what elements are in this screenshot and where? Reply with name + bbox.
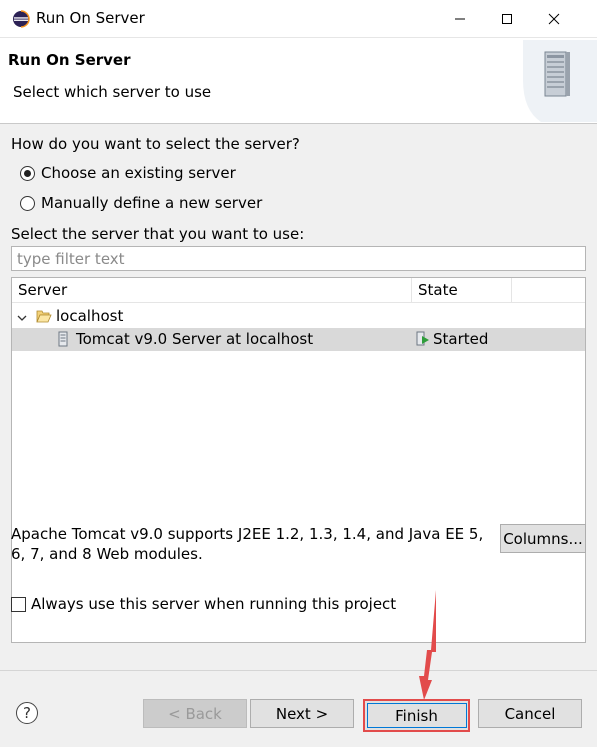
radio-button[interactable] (20, 195, 35, 211)
finish-button[interactable]: Finish (363, 699, 470, 732)
maximize-button[interactable] (484, 0, 530, 38)
title-bar: Run On Server (0, 0, 597, 38)
page-description: Select which server to use (13, 83, 212, 101)
always-use-label: Always use this server when running this… (31, 595, 397, 613)
maximize-icon (502, 14, 512, 24)
selection-question: How do you want to select the server? (11, 135, 300, 153)
tree-header: Server State (12, 278, 585, 303)
always-use-checkbox-row[interactable]: Always use this server when running this… (11, 595, 396, 613)
radio-existing-server[interactable]: Choose an existing server (20, 164, 236, 182)
always-use-checkbox[interactable] (11, 596, 26, 612)
finish-button-label: Finish (366, 703, 467, 728)
server-tree[interactable]: Server State localhost Tomcat v9.0 Serve… (11, 277, 586, 643)
column-header-state[interactable]: State (412, 278, 512, 303)
folder-open-icon (36, 309, 52, 327)
server-name: Tomcat v9.0 Server at localhost (76, 330, 314, 348)
wizard-content: How do you want to select the server? Ch… (0, 124, 597, 670)
chevron-down-icon[interactable] (17, 309, 27, 327)
window-title: Run On Server (36, 9, 145, 27)
column-header-server[interactable]: Server (12, 278, 412, 303)
cancel-button[interactable]: Cancel (478, 699, 582, 728)
tree-group-localhost[interactable]: localhost (12, 305, 585, 328)
close-icon (548, 13, 560, 25)
back-button[interactable]: < Back (143, 699, 247, 728)
started-icon (416, 331, 430, 351)
minimize-icon (455, 18, 465, 20)
page-title: Run On Server (8, 51, 131, 69)
filter-input[interactable] (11, 246, 586, 271)
server-state: Started (433, 330, 489, 348)
close-button[interactable] (531, 0, 577, 38)
server-list-label: Select the server that you want to use: (11, 225, 305, 243)
radio-label: Choose an existing server (41, 164, 236, 182)
radio-new-server[interactable]: Manually define a new server (20, 194, 262, 212)
radio-label: Manually define a new server (41, 194, 263, 212)
wizard-header: Run On Server Select which server to use (0, 38, 597, 124)
wizard-footer: ? < Back Next > Finish Cancel (0, 670, 597, 747)
minimize-button[interactable] (437, 0, 483, 38)
eclipse-icon (12, 10, 30, 28)
radio-button[interactable] (20, 165, 35, 181)
next-button[interactable]: Next > (250, 699, 354, 728)
tree-row-server[interactable]: Tomcat v9.0 Server at localhost Started (12, 328, 585, 351)
server-info-text: Apache Tomcat v9.0 supports J2EE 1.2, 1.… (11, 525, 484, 563)
server-icon (56, 331, 70, 351)
server-graphic-icon (523, 40, 597, 122)
tree-group-label: localhost (56, 307, 124, 325)
columns-button[interactable]: Columns... (500, 524, 586, 553)
help-icon[interactable]: ? (16, 702, 38, 724)
